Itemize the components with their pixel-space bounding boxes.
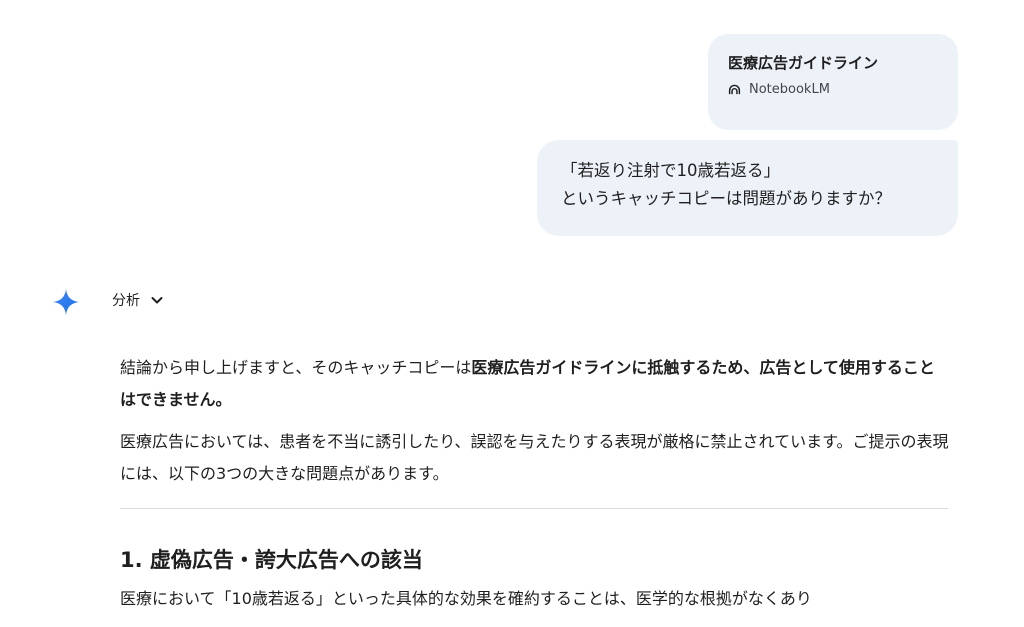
response-body: 結論から申し上げますと、そのキャッチコピーは医療広告ガイドラインに抵触するため、… [120, 352, 950, 613]
source-attachment-chip[interactable]: 医療広告ガイドライン NotebookLM [708, 34, 958, 130]
section-heading-1: 1. 虚偽広告・誇大広告への該当 [120, 548, 423, 572]
section-paragraph-1: 医療において「10歳若返る」といった具体的な効果を確約することは、医学的な根拠が… [120, 589, 812, 608]
response-paragraph-2: 医療広告においては、患者を不当に誘引したり、誤認を与えたりする表現が厳格に禁止さ… [120, 432, 949, 483]
chat-page: 医療広告ガイドライン NotebookLM 「若返り注射で10歳若返る」 という… [0, 0, 1024, 627]
notebooklm-icon [728, 84, 741, 95]
response-p1-text: 結論から申し上げますと、そのキャッチコピーは [120, 358, 472, 377]
analysis-toggle[interactable]: 分析 [112, 290, 164, 310]
user-message-line-1: 「若返り注射で10歳若返る」 [561, 161, 780, 180]
user-message-line-2: というキャッチコピーは問題がありますか？ [561, 189, 891, 208]
source-origin: NotebookLM [728, 82, 938, 97]
gemini-sparkle-icon [53, 289, 79, 315]
divider [120, 508, 948, 509]
chevron-down-icon [151, 297, 163, 304]
analysis-label: 分析 [112, 293, 140, 309]
user-message-bubble: 「若返り注射で10歳若返る」 というキャッチコピーは問題がありますか？ [537, 140, 958, 236]
source-title: 医療広告ガイドライン [728, 54, 879, 72]
response-paragraph-1: 結論から申し上げますと、そのキャッチコピーは医療広告ガイドラインに抵触するため、… [120, 352, 950, 416]
source-origin-label: NotebookLM [749, 82, 830, 97]
